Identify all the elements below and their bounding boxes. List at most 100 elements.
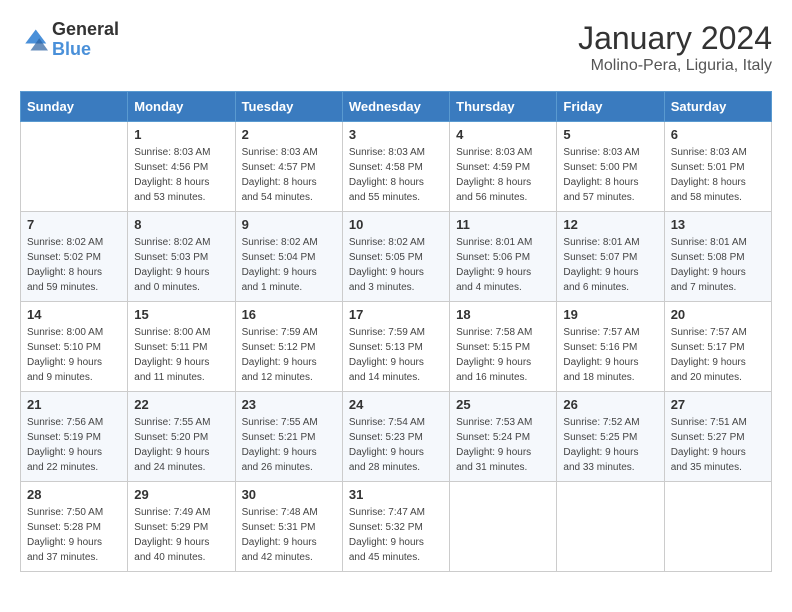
calendar-cell: 23 Sunrise: 7:55 AMSunset: 5:21 PMDayligh… [235, 392, 342, 482]
calendar-table: SundayMondayTuesdayWednesdayThursdayFrid… [20, 91, 772, 572]
day-number: 6 [671, 127, 765, 142]
calendar-cell: 2 Sunrise: 8:03 AMSunset: 4:57 PMDaylight… [235, 122, 342, 212]
weekday-header-wednesday: Wednesday [342, 92, 449, 122]
day-info: Sunrise: 7:56 AMSunset: 5:19 PMDaylight:… [27, 415, 121, 475]
calendar-cell: 8Sunrise: 8:02 AMSunset: 5:03 PMDaylight… [128, 212, 235, 302]
week-row-1: 1Sunrise: 8:03 AMSunset: 4:56 PMDaylight… [21, 122, 772, 212]
calendar-cell: 15 Sunrise: 8:00 AMSunset: 5:11 PMDayligh… [128, 302, 235, 392]
calendar-cell: 9Sunrise: 8:02 AMSunset: 5:04 PMDaylight… [235, 212, 342, 302]
day-info: Sunrise: 7:50 AMSunset: 5:28 PMDaylight:… [27, 505, 121, 565]
day-info: Sunrise: 7:48 AMSunset: 5:31 PMDaylight:… [242, 505, 336, 565]
calendar-cell: 31 Sunrise: 7:47 AMSunset: 5:32 PMDayligh… [342, 482, 449, 572]
calendar-cell: 28 Sunrise: 7:50 AMSunset: 5:28 PMDayligh… [21, 482, 128, 572]
day-number: 26 [563, 397, 657, 412]
calendar-cell: 27 Sunrise: 7:51 AMSunset: 5:27 PMDayligh… [664, 392, 771, 482]
calendar-cell: 29 Sunrise: 7:49 AMSunset: 5:29 PMDayligh… [128, 482, 235, 572]
calendar-cell: 6 Sunrise: 8:03 AMSunset: 5:01 PMDaylight… [664, 122, 771, 212]
calendar-cell: 20 Sunrise: 7:57 AMSunset: 5:17 PMDayligh… [664, 302, 771, 392]
day-number: 18 [456, 307, 550, 322]
calendar-cell [450, 482, 557, 572]
calendar-cell: 22 Sunrise: 7:55 AMSunset: 5:20 PMDayligh… [128, 392, 235, 482]
day-number: 7 [27, 217, 121, 232]
calendar-cell: 18 Sunrise: 7:58 AMSunset: 5:15 PMDayligh… [450, 302, 557, 392]
weekday-header-friday: Friday [557, 92, 664, 122]
location-subtitle: Molino-Pera, Liguria, Italy [578, 57, 772, 75]
day-info: Sunrise: 8:02 AMSunset: 5:05 PMDaylight:… [349, 235, 443, 295]
day-info: Sunrise: 8:03 AMSunset: 5:01 PMDaylight:… [671, 145, 765, 205]
day-info: Sunrise: 8:03 AMSunset: 4:58 PMDaylight:… [349, 145, 443, 205]
day-info: Sunrise: 8:01 AMSunset: 5:07 PMDaylight:… [563, 235, 657, 295]
weekday-header-monday: Monday [128, 92, 235, 122]
calendar-cell: 12 Sunrise: 8:01 AMSunset: 5:07 PMDayligh… [557, 212, 664, 302]
calendar-cell: 25Sunrise: 7:53 AMSunset: 5:24 PMDayligh… [450, 392, 557, 482]
day-number: 15 [134, 307, 228, 322]
title-block: January 2024 Molino-Pera, Liguria, Italy [578, 20, 772, 75]
day-number: 25 [456, 397, 550, 412]
day-number: 21 [27, 397, 121, 412]
calendar-cell [557, 482, 664, 572]
day-number: 24 [349, 397, 443, 412]
day-info: Sunrise: 8:00 AMSunset: 5:11 PMDaylight:… [134, 325, 228, 385]
day-number: 17 [349, 307, 443, 322]
calendar-cell: 19 Sunrise: 7:57 AMSunset: 5:16 PMDayligh… [557, 302, 664, 392]
weekday-header-saturday: Saturday [664, 92, 771, 122]
day-number: 11 [456, 217, 550, 232]
day-info: Sunrise: 7:55 AMSunset: 5:20 PMDaylight:… [134, 415, 228, 475]
day-info: Sunrise: 8:00 AMSunset: 5:10 PMDaylight:… [27, 325, 121, 385]
day-number: 19 [563, 307, 657, 322]
day-number: 3 [349, 127, 443, 142]
day-number: 22 [134, 397, 228, 412]
week-row-2: 7 Sunrise: 8:02 AMSunset: 5:02 PMDaylight… [21, 212, 772, 302]
week-row-4: 21 Sunrise: 7:56 AMSunset: 5:19 PMDayligh… [21, 392, 772, 482]
calendar-cell: 5Sunrise: 8:03 AMSunset: 5:00 PMDaylight… [557, 122, 664, 212]
weekday-header-sunday: Sunday [21, 92, 128, 122]
day-info: Sunrise: 7:49 AMSunset: 5:29 PMDaylight:… [134, 505, 228, 565]
logo-text: GeneralBlue [52, 20, 119, 60]
weekday-header-row: SundayMondayTuesdayWednesdayThursdayFrid… [21, 92, 772, 122]
day-info: Sunrise: 7:55 AMSunset: 5:21 PMDaylight:… [242, 415, 336, 475]
day-number: 5 [563, 127, 657, 142]
day-info: Sunrise: 7:59 AMSunset: 5:13 PMDaylight:… [349, 325, 443, 385]
day-info: Sunrise: 7:57 AMSunset: 5:17 PMDaylight:… [671, 325, 765, 385]
calendar-cell: 3 Sunrise: 8:03 AMSunset: 4:58 PMDaylight… [342, 122, 449, 212]
logo: GeneralBlue [20, 20, 119, 60]
day-number: 31 [349, 487, 443, 502]
day-info: Sunrise: 8:03 AMSunset: 4:57 PMDaylight:… [242, 145, 336, 205]
week-row-5: 28 Sunrise: 7:50 AMSunset: 5:28 PMDayligh… [21, 482, 772, 572]
calendar-cell: 30 Sunrise: 7:48 AMSunset: 5:31 PMDayligh… [235, 482, 342, 572]
day-info: Sunrise: 7:51 AMSunset: 5:27 PMDaylight:… [671, 415, 765, 475]
day-number: 2 [242, 127, 336, 142]
day-number: 23 [242, 397, 336, 412]
day-info: Sunrise: 7:54 AMSunset: 5:23 PMDaylight:… [349, 415, 443, 475]
calendar-cell [664, 482, 771, 572]
calendar-cell: 7 Sunrise: 8:02 AMSunset: 5:02 PMDaylight… [21, 212, 128, 302]
day-number: 27 [671, 397, 765, 412]
calendar-cell: 1Sunrise: 8:03 AMSunset: 4:56 PMDaylight… [128, 122, 235, 212]
day-number: 16 [242, 307, 336, 322]
calendar-cell: 17 Sunrise: 7:59 AMSunset: 5:13 PMDayligh… [342, 302, 449, 392]
day-number: 29 [134, 487, 228, 502]
week-row-3: 14Sunrise: 8:00 AMSunset: 5:10 PMDayligh… [21, 302, 772, 392]
day-number: 30 [242, 487, 336, 502]
day-info: Sunrise: 7:57 AMSunset: 5:16 PMDaylight:… [563, 325, 657, 385]
day-number: 8 [134, 217, 228, 232]
day-number: 13 [671, 217, 765, 232]
day-info: Sunrise: 8:02 AMSunset: 5:02 PMDaylight:… [27, 235, 121, 295]
calendar-cell: 16 Sunrise: 7:59 AMSunset: 5:12 PMDayligh… [235, 302, 342, 392]
day-number: 10 [349, 217, 443, 232]
calendar-cell: 26Sunrise: 7:52 AMSunset: 5:25 PMDayligh… [557, 392, 664, 482]
calendar-cell: 21 Sunrise: 7:56 AMSunset: 5:19 PMDayligh… [21, 392, 128, 482]
calendar-cell: 10 Sunrise: 8:02 AMSunset: 5:05 PMDayligh… [342, 212, 449, 302]
day-number: 9 [242, 217, 336, 232]
day-info: Sunrise: 7:58 AMSunset: 5:15 PMDaylight:… [456, 325, 550, 385]
calendar-cell [21, 122, 128, 212]
day-info: Sunrise: 7:47 AMSunset: 5:32 PMDaylight:… [349, 505, 443, 565]
day-number: 12 [563, 217, 657, 232]
day-number: 28 [27, 487, 121, 502]
day-info: Sunrise: 7:59 AMSunset: 5:12 PMDaylight:… [242, 325, 336, 385]
day-number: 20 [671, 307, 765, 322]
day-info: Sunrise: 8:01 AMSunset: 5:06 PMDaylight:… [456, 235, 550, 295]
month-year-title: January 2024 [578, 20, 772, 57]
day-number: 4 [456, 127, 550, 142]
day-info: Sunrise: 8:03 AMSunset: 4:56 PMDaylight:… [134, 145, 228, 205]
